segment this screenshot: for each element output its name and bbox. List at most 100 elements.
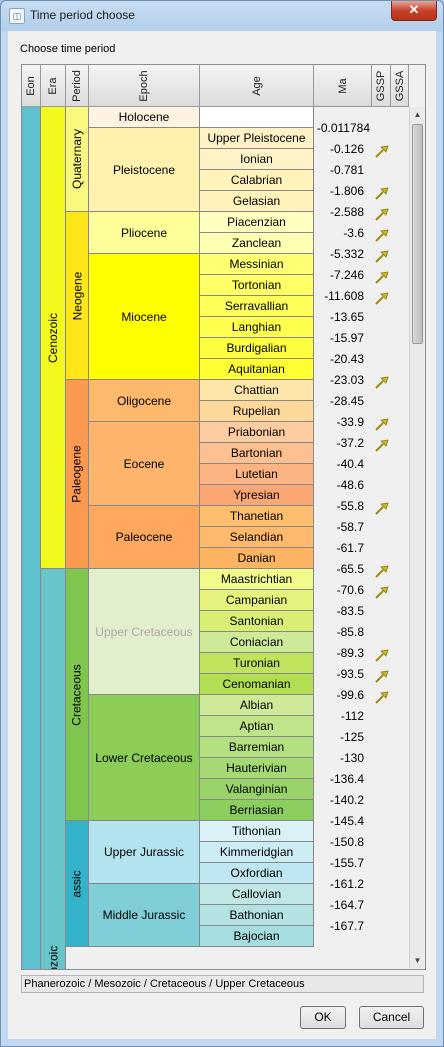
- era-cell[interactable]: Mesozoic: [41, 569, 66, 969]
- epoch-cell-label: Paleocene: [115, 530, 173, 544]
- age-cell[interactable]: Cenomanian: [200, 674, 314, 695]
- age-cell[interactable]: Coniacian: [200, 632, 314, 653]
- age-cell[interactable]: Bathonian: [200, 905, 314, 926]
- vertical-scrollbar[interactable]: ▲ ▼: [409, 107, 425, 968]
- age-cell[interactable]: Callovian: [200, 884, 314, 905]
- age-cell[interactable]: Aptian: [200, 716, 314, 737]
- epoch-cell[interactable]: Pleistocene: [89, 128, 200, 212]
- age-cell[interactable]: Aquitanian: [200, 359, 314, 380]
- column-header-label: Eon: [25, 75, 37, 96]
- age-cell[interactable]: Langhian: [200, 317, 314, 338]
- ma-value: -11.608: [324, 289, 364, 303]
- age-cell[interactable]: Santonian: [200, 611, 314, 632]
- period-cell[interactable]: Paleogene: [66, 380, 89, 569]
- ma-value: -3.6: [343, 226, 364, 240]
- age-cell[interactable]: Turonian: [200, 653, 314, 674]
- age-cell[interactable]: Calabrian: [200, 170, 314, 191]
- ma-value: -1.806: [329, 184, 364, 198]
- age-cell[interactable]: Priabonian: [200, 422, 314, 443]
- scroll-down-icon[interactable]: ▼: [410, 953, 425, 968]
- age-cell[interactable]: Lutetian: [200, 464, 314, 485]
- age-cell[interactable]: Zanclean: [200, 233, 314, 254]
- age-cell[interactable]: Chattian: [200, 380, 314, 401]
- age-cell[interactable]: Bartonian: [200, 443, 314, 464]
- ok-button[interactable]: OK: [300, 1006, 346, 1029]
- epoch-cell-label: Pleistocene: [112, 162, 176, 177]
- age-cell[interactable]: Kimmeridgian: [200, 842, 314, 863]
- scroll-up-icon[interactable]: ▲: [410, 107, 425, 122]
- epoch-cell[interactable]: Holocene: [89, 107, 200, 128]
- age-cell-label: Valanginian: [225, 782, 288, 796]
- close-button[interactable]: ✕: [391, 1, 437, 21]
- age-cell-label: Messinian: [229, 257, 284, 271]
- epoch-cell[interactable]: Oligocene: [89, 380, 200, 422]
- age-cell-blank[interactable]: [200, 107, 314, 128]
- ma-value: -33.9: [336, 415, 364, 429]
- era-cell[interactable]: Cenozoic: [41, 107, 66, 569]
- epoch-cell[interactable]: Miocene: [89, 254, 200, 380]
- gssp-golden-spike-icon: [375, 439, 389, 452]
- age-cell[interactable]: Bajocian: [200, 926, 314, 947]
- dialog-window: ◫ Time period choose ✕ Choose time perio…: [0, 0, 444, 1047]
- age-cell[interactable]: Berriasian: [200, 800, 314, 821]
- age-cell-label: Priabonian: [227, 425, 286, 439]
- age-cell[interactable]: Barremian: [200, 737, 314, 758]
- cancel-button[interactable]: Cancel: [359, 1006, 424, 1029]
- age-cell[interactable]: Tortonian: [200, 275, 314, 296]
- ma-value: -164.7: [329, 898, 364, 912]
- age-cell-label: Danian: [237, 551, 276, 565]
- title-bar[interactable]: ◫ Time period choose ✕: [1, 1, 443, 31]
- age-cell[interactable]: Ionian: [200, 149, 314, 170]
- age-cell[interactable]: Danian: [200, 548, 314, 569]
- ma-value: -83.5: [336, 604, 364, 618]
- age-cell[interactable]: Oxfordian: [200, 863, 314, 884]
- ma-value: -140.2: [329, 793, 364, 807]
- epoch-cell-label: Lower Cretaceous: [95, 750, 193, 765]
- age-cell-label: Hauterivian: [226, 761, 287, 775]
- age-cell[interactable]: Campanian: [200, 590, 314, 611]
- eon-cell[interactable]: [22, 107, 41, 969]
- ma-value: -0.781: [329, 163, 364, 177]
- period-cell[interactable]: Neogene: [66, 212, 89, 380]
- age-cell-label: Santonian: [229, 614, 284, 628]
- epoch-cell[interactable]: Upper Jurassic: [89, 821, 200, 884]
- column-header-label: GSSP: [375, 70, 387, 101]
- column-header-gssp: GSSP: [372, 65, 391, 107]
- epoch-cell[interactable]: Middle Jurassic: [89, 884, 200, 947]
- age-cell-label: Berriasian: [229, 803, 284, 817]
- age-cell-label: Bathonian: [229, 908, 284, 922]
- period-cell[interactable]: assic: [66, 821, 89, 947]
- ma-value: -13.65: [329, 310, 364, 324]
- age-cell[interactable]: Hauterivian: [200, 758, 314, 779]
- age-cell-label: Kimmeridgian: [219, 845, 294, 859]
- age-cell[interactable]: Valanginian: [200, 779, 314, 800]
- age-cell[interactable]: Albian: [200, 695, 314, 716]
- gssp-golden-spike-icon: [375, 292, 389, 305]
- ma-value: -130: [339, 751, 364, 765]
- epoch-cell[interactable]: Pliocene: [89, 212, 200, 254]
- period-cell[interactable]: Quaternary: [66, 107, 89, 212]
- age-cell[interactable]: Upper Pleistocene: [200, 128, 314, 149]
- scroll-thumb[interactable]: [412, 124, 423, 344]
- age-cell[interactable]: Ypresian: [200, 485, 314, 506]
- age-cell[interactable]: Rupelian: [200, 401, 314, 422]
- age-cell[interactable]: Piacenzian: [200, 212, 314, 233]
- epoch-cell[interactable]: Upper Cretaceous: [89, 569, 200, 695]
- epoch-cell[interactable]: Lower Cretaceous: [89, 695, 200, 821]
- column-header-age: Age: [200, 65, 314, 107]
- age-cell[interactable]: Serravallian: [200, 296, 314, 317]
- age-cell-label: Bajocian: [233, 929, 280, 943]
- age-cell[interactable]: Burdigalian: [200, 338, 314, 359]
- ma-value: -136.4: [329, 772, 364, 786]
- age-cell[interactable]: Gelasian: [200, 191, 314, 212]
- epoch-cell[interactable]: Paleocene: [89, 506, 200, 569]
- epoch-cell[interactable]: Eocene: [89, 422, 200, 506]
- age-cell[interactable]: Maastrichtian: [200, 569, 314, 590]
- age-cell-label: Thanetian: [229, 509, 284, 523]
- age-cell[interactable]: Tithonian: [200, 821, 314, 842]
- age-cell[interactable]: Thanetian: [200, 506, 314, 527]
- period-cell[interactable]: Cretaceous: [66, 569, 89, 821]
- age-cell[interactable]: Messinian: [200, 254, 314, 275]
- age-cell-label: Zanclean: [231, 236, 282, 250]
- age-cell[interactable]: Selandian: [200, 527, 314, 548]
